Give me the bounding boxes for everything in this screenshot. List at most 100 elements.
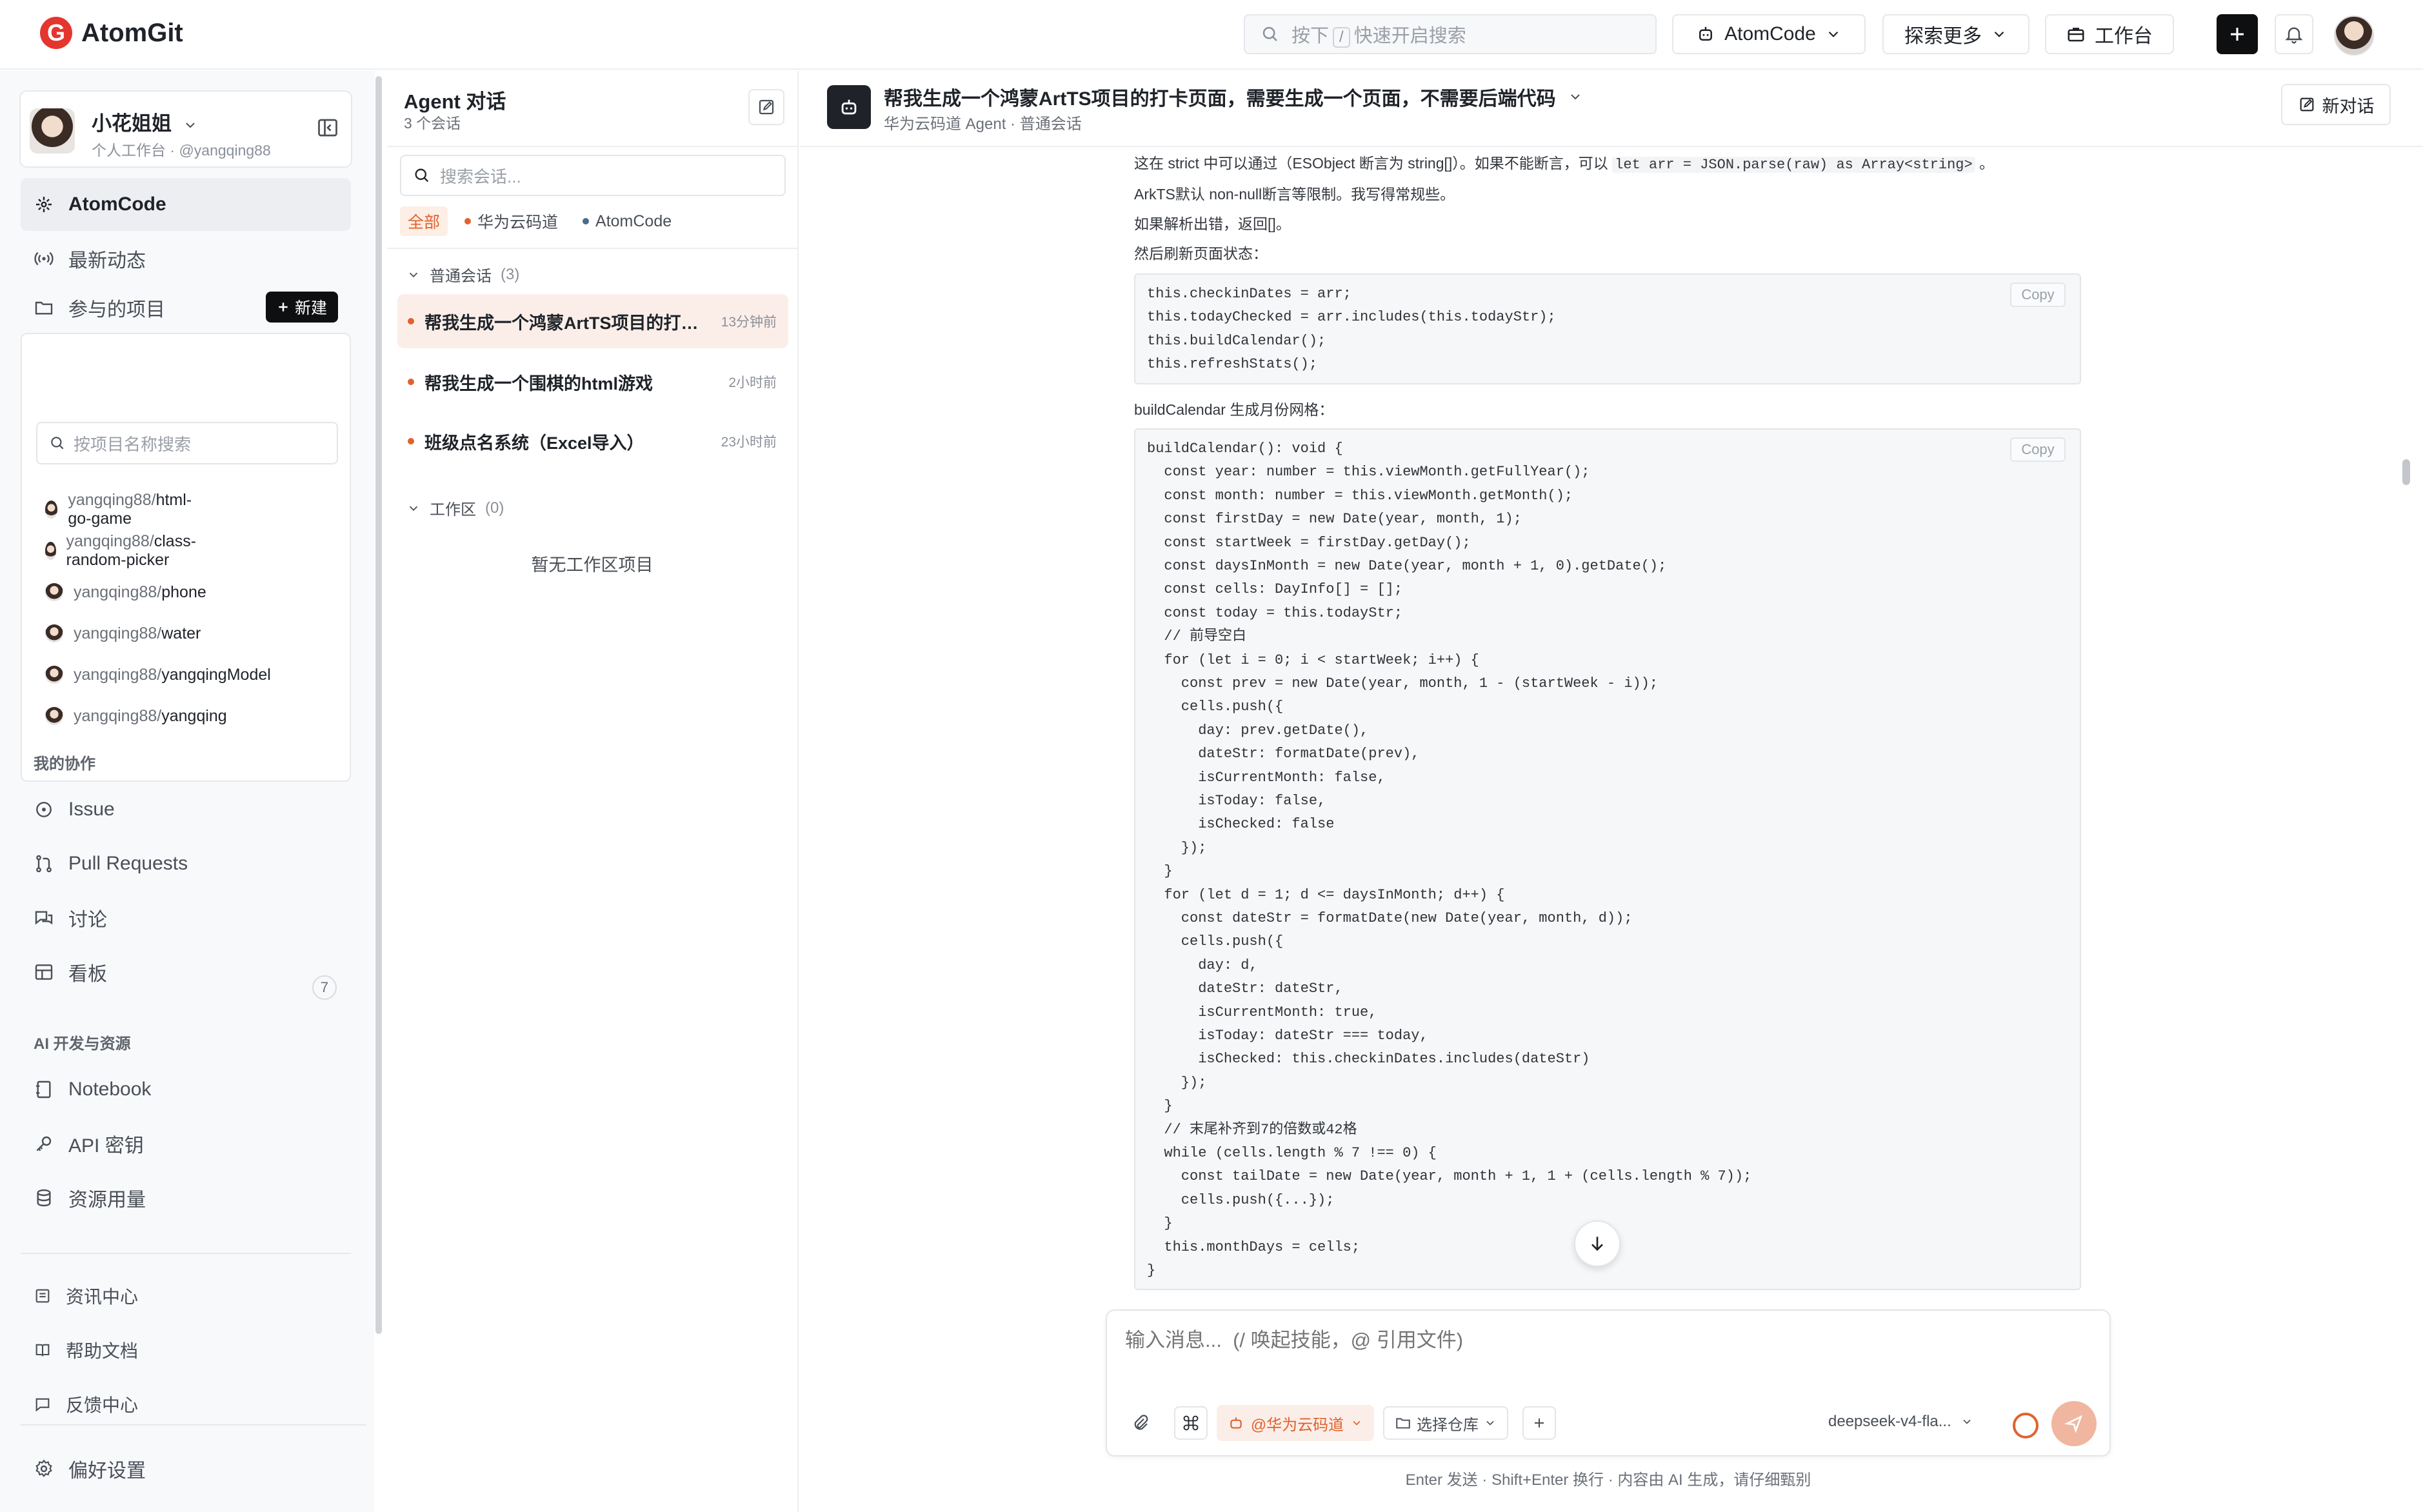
group-normal-conversations[interactable]: 普通会话 (3) <box>406 263 519 286</box>
sidebar-item-api-keys[interactable]: API 密钥 <box>21 1117 351 1170</box>
sidebar-item-label: 看板 <box>68 964 107 985</box>
conversation-item[interactable]: 帮我生成一个鸿蒙ArtTS项目的打卡... 13分钟前 <box>397 294 788 348</box>
chat-scrollbar[interactable] <box>2402 459 2410 485</box>
create-button[interactable] <box>2217 14 2258 54</box>
sidebar-item-label: AtomCode <box>68 194 166 215</box>
robot-icon <box>1699 26 1713 41</box>
message-paragraph: buildCalendar 生成月份网格： <box>1134 401 1334 418</box>
atomcode-label: AtomCode <box>1724 23 1816 45</box>
code-line: cells.push({ <box>1147 933 1284 950</box>
sidebar-divider <box>21 1253 351 1254</box>
agent-panel-title: Agent 对话 <box>404 90 506 113</box>
message-input[interactable] <box>1125 1329 2028 1352</box>
sidebar-item-issue[interactable]: Issue <box>21 783 351 836</box>
sidebar-item-usage[interactable]: 资源用量 <box>21 1171 351 1224</box>
notebook-icon <box>36 1080 51 1099</box>
model-selector[interactable]: deepseek-v4-fla... <box>1828 1413 1973 1431</box>
atomcode-dropdown[interactable]: AtomCode <box>1672 14 1866 54</box>
project-avatar <box>45 666 63 684</box>
code-line: const tailDate = new Date(year, month + … <box>1147 1168 1752 1185</box>
code-line: dateStr: dateStr, <box>1147 980 1343 997</box>
search-shortcut-key: / <box>1333 27 1350 48</box>
pull-request-icon <box>36 855 52 873</box>
new-conversation-button[interactable] <box>748 89 784 125</box>
command-button[interactable] <box>1174 1406 1208 1440</box>
sidebar-item-pull-requests[interactable]: Pull Requests <box>21 837 351 890</box>
code-line: this.monthDays = cells; <box>1147 1238 1361 1255</box>
workspace-avatar <box>30 108 75 154</box>
explore-dropdown[interactable]: 探索更多 <box>1882 14 2029 54</box>
conversation-search-input[interactable]: 搜索会话... <box>400 155 786 196</box>
sidebar-scrollbar[interactable] <box>375 76 382 1334</box>
conversation-time: 13分钟前 <box>721 315 777 330</box>
sidebar-item-atomcode[interactable]: AtomCode <box>21 178 351 231</box>
conversation-item[interactable]: 班级点名系统（Excel导入） 23小时前 <box>397 414 788 468</box>
code-line: const cells: DayInfo[] = []; <box>1147 581 1403 598</box>
workbench-label: 工作台 <box>2095 26 2153 47</box>
message-paragraph: ArkTS默认 non-null断言等限制。我写得常规些。 <box>1134 186 1455 203</box>
project-item[interactable]: yangqing88/class-random-picker <box>45 532 204 569</box>
global-search[interactable]: 按下 / 快速开启搜索 <box>1244 14 1657 54</box>
send-button[interactable] <box>2051 1401 2097 1446</box>
project-item[interactable]: yangqing88/yangqingModel <box>45 658 271 691</box>
code-line: buildCalendar(): void { <box>1147 441 1343 457</box>
atomgit-logo[interactable]: G AtomGit <box>40 17 183 49</box>
filter-all[interactable]: 全部 <box>400 206 448 236</box>
chevron-down-icon <box>1486 1420 1494 1426</box>
select-repo-button[interactable]: 选择仓库 <box>1383 1406 1508 1440</box>
project-item[interactable]: yangqing88/yangqing <box>45 699 227 733</box>
filter-atomcode[interactable]: AtomCode <box>575 206 679 236</box>
scroll-to-bottom-button[interactable] <box>1574 1220 1620 1267</box>
group-workspace[interactable]: 工作区 (0) <box>406 497 504 519</box>
project-item[interactable]: yangqing88/html-go-game <box>45 491 197 528</box>
conversation-title[interactable]: 帮我生成一个鸿蒙ArtTS项目的打卡页面，需要生成一个页面，不需要后端代码 <box>884 83 1583 111</box>
project-item[interactable]: yangqing88/water <box>45 617 201 650</box>
bell-icon <box>2285 27 2303 44</box>
sidebar-item-label: 讨论 <box>68 910 107 931</box>
new-chat-button[interactable]: 新对话 <box>2281 84 2391 125</box>
robot-icon <box>841 99 857 115</box>
copy-button[interactable]: Copy <box>2010 283 2066 307</box>
chevron-down-icon <box>1994 31 2004 37</box>
attach-button[interactable] <box>1124 1406 1157 1440</box>
user-name[interactable]: 小花姐姐 <box>92 107 198 136</box>
copy-button[interactable]: Copy <box>2010 437 2066 462</box>
code-line: this.checkinDates = arr; <box>1147 286 1351 302</box>
collapse-sidebar-button[interactable] <box>316 116 339 139</box>
key-icon <box>36 1136 52 1151</box>
sidebar-item-preferences[interactable]: 偏好设置 <box>21 1442 351 1495</box>
code-line: isChecked: false <box>1147 816 1335 833</box>
add-context-button[interactable] <box>1522 1406 1556 1440</box>
user-card[interactable]: 小花姐姐 个人工作台 · @yangqing88 <box>19 90 352 168</box>
project-avatar <box>45 583 63 601</box>
code-line: dateStr: formatDate(prev), <box>1147 746 1420 762</box>
code-line: const month: number = this.viewMonth.get… <box>1147 487 1573 504</box>
workbench-button[interactable]: 工作台 <box>2045 14 2174 54</box>
sidebar-item-news[interactable]: 最新动态 <box>21 232 351 285</box>
project-item[interactable]: yangqing88/phone <box>45 575 206 609</box>
user-avatar[interactable] <box>2334 15 2374 55</box>
code-line: day: d, <box>1147 957 1258 973</box>
left-sidebar: 小花姐姐 个人工作台 · @yangqing88 AtomCode 最新动态 参… <box>0 71 374 1512</box>
code-line: for (let d = 1; d <= daysInMonth; d++) { <box>1147 886 1505 903</box>
filter-huawei[interactable]: 华为云码道 <box>457 206 566 236</box>
sidebar-item-discussions[interactable]: 讨论 <box>21 891 351 944</box>
huawei-agent-chip[interactable]: @华为云码道 <box>1217 1405 1374 1441</box>
notifications-button[interactable] <box>2275 14 2313 54</box>
brand-name: AtomGit <box>81 18 183 47</box>
sidebar-item-info-center[interactable]: 资讯中心 <box>21 1269 351 1322</box>
project-search-input[interactable]: 按项目名称搜索 <box>36 422 338 464</box>
sidebar-item-help-docs[interactable]: 帮助文档 <box>21 1324 351 1377</box>
briefcase-icon <box>2068 28 2084 42</box>
feedback-icon <box>35 1398 50 1412</box>
sidebar-item-board[interactable]: 看板 <box>21 946 351 999</box>
code-block: Copy buildCalendar(): void { const year:… <box>1134 428 2081 1290</box>
broadcast-icon <box>34 252 54 266</box>
code-line: isChecked: this.checkinDates.includes(da… <box>1147 1051 1590 1068</box>
new-project-button[interactable]: 新建 <box>266 292 338 323</box>
project-path: yangqing88/water <box>74 624 201 642</box>
sidebar-item-notebook[interactable]: Notebook <box>21 1063 351 1116</box>
conversation-item[interactable]: 帮我生成一个围棋的html游戏 2小时前 <box>397 355 788 409</box>
sidebar-item-feedback[interactable]: 反馈中心 <box>21 1378 351 1431</box>
panel-divider <box>387 146 797 147</box>
